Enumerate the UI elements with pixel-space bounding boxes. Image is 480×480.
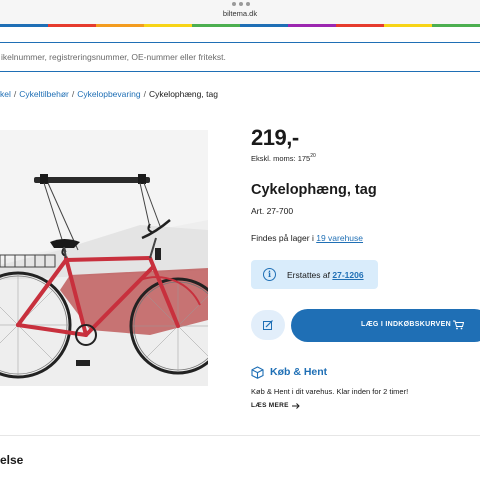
click-collect-title: Køb & Hent	[270, 366, 328, 378]
ex-vat-cents: 20	[310, 153, 316, 159]
search-placeholder: ikelnummer, registreringsnummer, OE-numm…	[1, 52, 226, 62]
brand-color-strip	[0, 24, 480, 27]
color-strip-segment	[336, 24, 384, 27]
tab-overview-dots-icon[interactable]	[232, 2, 250, 6]
breadcrumb-separator: /	[13, 89, 17, 99]
breadcrumb: kel / Cykeltilbehør / Cykelopbevaring / Cykelo…	[0, 89, 218, 99]
section-divider	[0, 435, 480, 436]
add-to-cart-button[interactable]: LÆG I INDKØBSKURVEN	[291, 309, 480, 342]
product-image[interactable]	[0, 130, 208, 386]
description-section-title[interactable]: else	[0, 453, 23, 467]
breadcrumb-current: Cykelophæng, tag	[148, 89, 218, 99]
replaced-by-text: Erstattes af 27-1206	[287, 270, 364, 280]
color-strip-segment	[0, 24, 48, 27]
color-strip-segment	[288, 24, 336, 27]
color-strip-segment	[48, 24, 96, 27]
bike-hanger-photo	[0, 130, 208, 386]
breadcrumb-item-cykelopbevaring[interactable]: Cykelopbevaring	[77, 89, 140, 99]
ex-vat-value: 175	[297, 154, 311, 163]
arrow-right-icon	[291, 402, 300, 409]
replaced-by-link[interactable]: 27-1206	[332, 270, 363, 280]
replaced-label: Erstattes af	[287, 270, 330, 280]
box-icon	[251, 365, 264, 379]
browser-url[interactable]: biltema.dk	[0, 9, 480, 18]
replaced-by-notice: i Erstattes af 27-1206	[251, 260, 378, 289]
click-collect-heading: Køb & Hent	[251, 365, 327, 379]
breadcrumb-separator: /	[143, 89, 146, 99]
info-icon: i	[263, 268, 276, 281]
stock-stores-link[interactable]: 19 varehuse	[316, 233, 363, 243]
click-collect-text: Køb & Hent i dit varehus. Klar inden for…	[251, 387, 409, 396]
price-ex-vat: Ekskl. moms: 17520	[251, 153, 316, 163]
breadcrumb-item-cykel[interactable]: kel	[0, 89, 11, 99]
browser-top-bar: biltema.dk	[0, 0, 480, 24]
stock-text: Findes på lager i	[251, 233, 314, 243]
color-strip-segment	[240, 24, 288, 27]
color-strip-segment	[432, 24, 480, 27]
article-number: Art. 27-700	[251, 206, 294, 216]
color-strip-segment	[144, 24, 192, 27]
breadcrumb-item-cykeltilbehor[interactable]: Cykeltilbehør	[19, 89, 69, 99]
add-to-cart-label: LÆG I INDKØBSKURVEN	[361, 321, 451, 328]
cart-icon	[453, 320, 464, 330]
product-title: Cykelophæng, tag	[251, 182, 377, 198]
color-strip-segment	[96, 24, 144, 27]
read-more-label: LÆS MERE	[251, 402, 289, 409]
stock-status: Findes på lager i 19 varehuse	[251, 233, 363, 243]
read-more-link[interactable]: LÆS MERE	[251, 402, 300, 409]
search-input[interactable]: ikelnummer, registreringsnummer, OE-numm…	[0, 42, 480, 72]
edit-icon	[263, 320, 273, 330]
color-strip-segment	[192, 24, 240, 27]
add-to-list-button[interactable]	[251, 310, 285, 340]
breadcrumb-separator: /	[71, 89, 75, 99]
product-price: 219,-	[251, 125, 299, 150]
ex-vat-label: Ekskl. moms:	[251, 154, 296, 163]
color-strip-segment	[384, 24, 432, 27]
